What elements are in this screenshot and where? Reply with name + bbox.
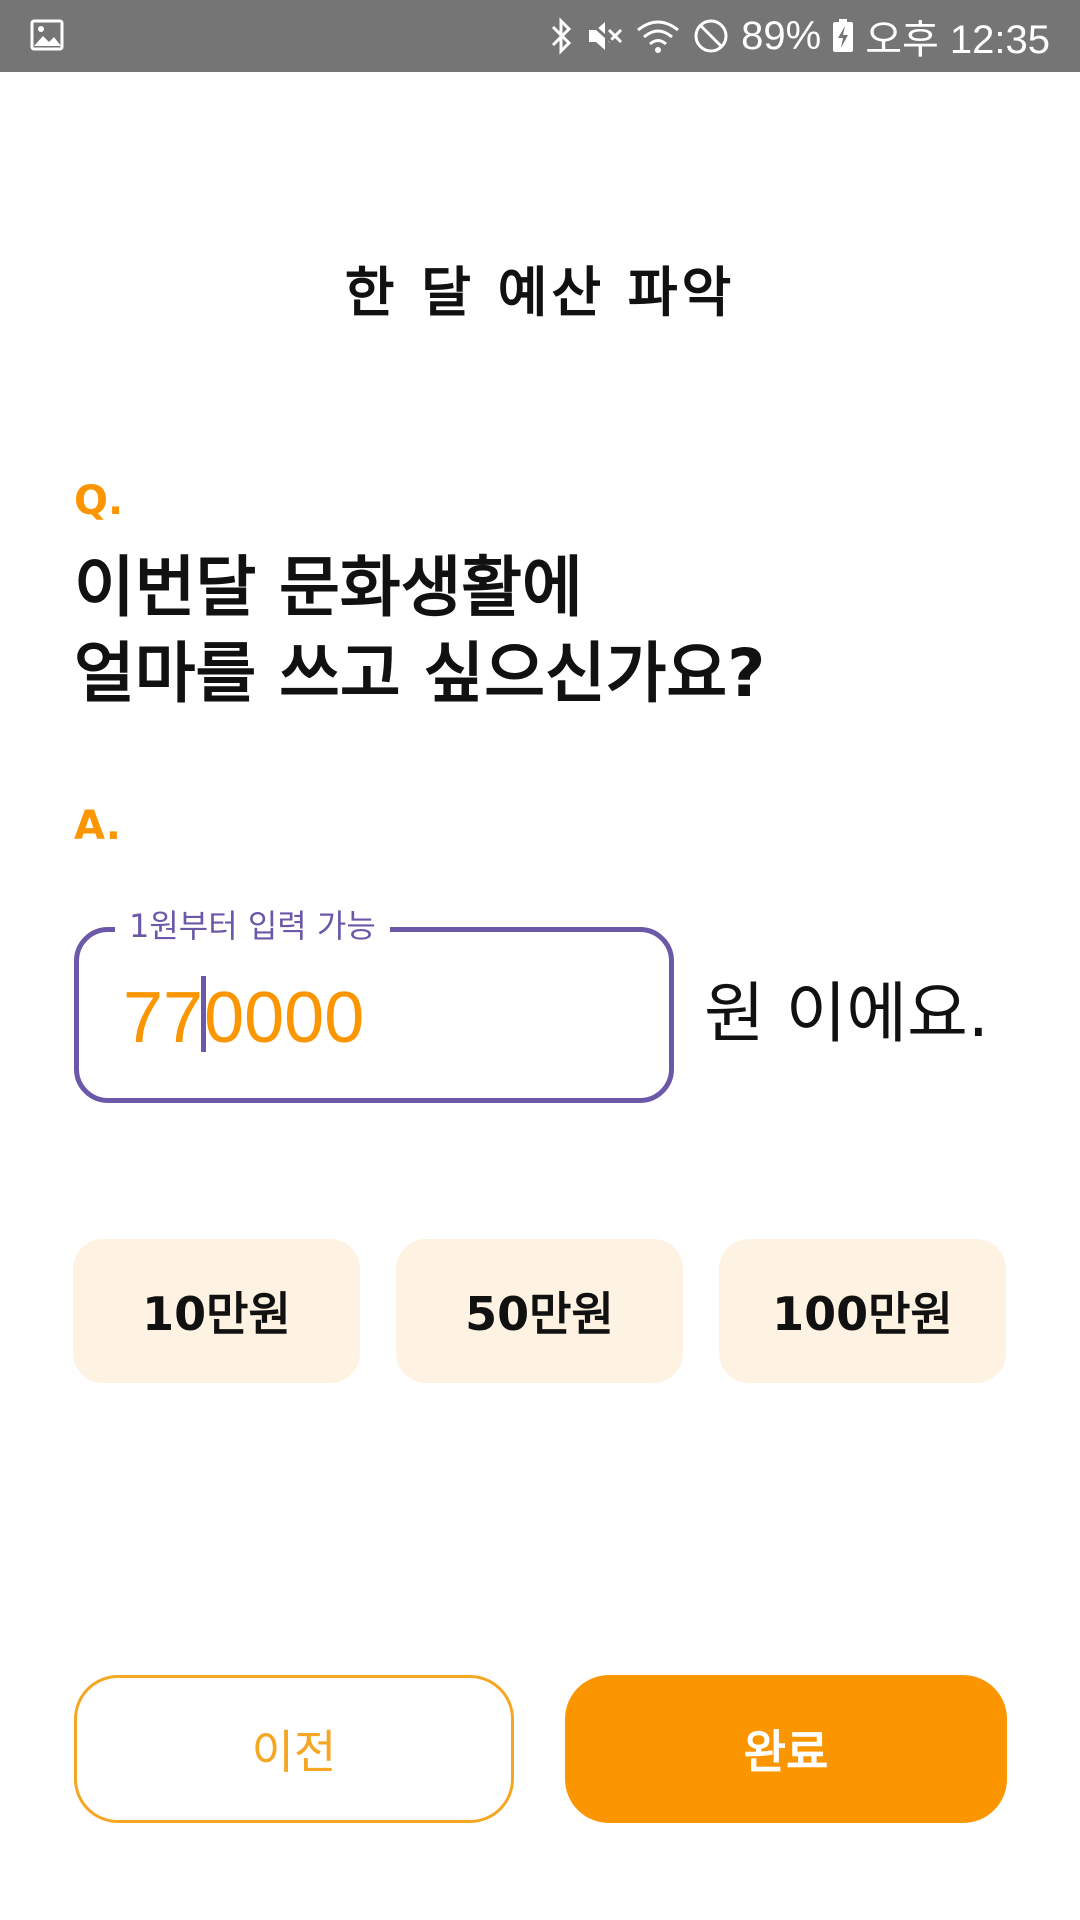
battery-percent: 89%: [741, 13, 822, 58]
question-line-2: 얼마를 쓰고 싶으신가요?: [74, 635, 766, 712]
amount-input-label: 1원부터 입력 가능: [115, 904, 390, 948]
unit-suffix: 원 이에요.: [704, 975, 989, 1052]
quick-amount-chips: 10만원 50만원 100만원: [73, 1239, 1006, 1383]
wifi-icon: [635, 16, 681, 56]
amount-value-after-cursor: 0000: [204, 978, 365, 1058]
question-text: 이번달 문화생활에 얼마를 쓰고 싶으신가요?: [74, 545, 765, 717]
answer-label: A.: [74, 803, 121, 849]
chip-100k[interactable]: 10만원: [73, 1239, 360, 1383]
chip-1m[interactable]: 100만원: [719, 1239, 1006, 1383]
prev-button[interactable]: 이전: [74, 1675, 514, 1823]
question-line-1: 이번달 문화생활에: [74, 549, 583, 626]
amount-input[interactable]: 1원부터 입력 가능 770000: [74, 904, 674, 1103]
chip-500k[interactable]: 50만원: [396, 1239, 683, 1383]
bluetooth-icon: [549, 16, 575, 56]
amount-input-value[interactable]: 770000: [123, 976, 364, 1059]
battery-charging-icon: [831, 16, 855, 56]
status-time: 오후 12:35: [865, 18, 1050, 62]
done-button[interactable]: 완료: [565, 1675, 1007, 1823]
status-icons: 89% 오후 12:35: [549, 0, 1050, 72]
mute-icon: [585, 16, 625, 56]
page-title: 한 달 예산 파악: [344, 261, 736, 324]
amount-value-before-cursor: 77: [123, 978, 204, 1058]
gallery-icon: [30, 18, 64, 52]
question-label: Q.: [74, 478, 124, 524]
no-sim-icon: [691, 16, 731, 56]
status-bar: 89% 오후 12:35: [0, 0, 1080, 72]
